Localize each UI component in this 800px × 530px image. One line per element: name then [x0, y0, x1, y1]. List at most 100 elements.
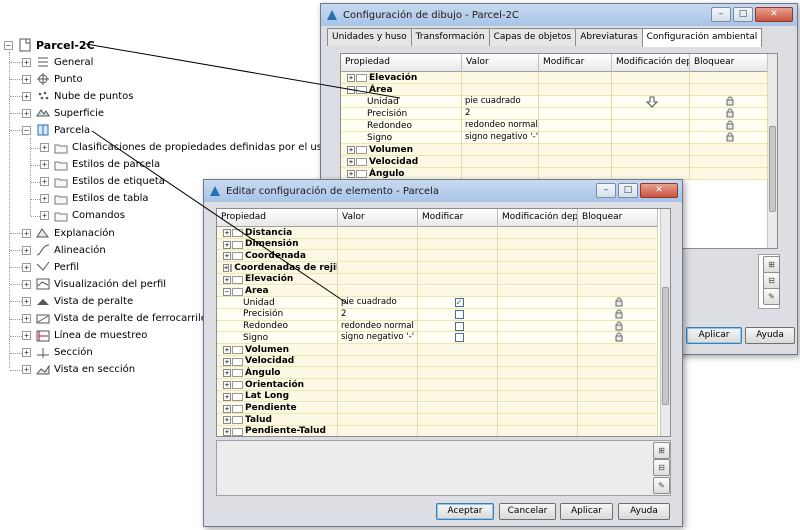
minimize-button[interactable]: – — [596, 183, 616, 198]
tree-item[interactable]: + Perfil — [22, 259, 79, 275]
expand-icon[interactable]: + — [22, 57, 31, 67]
expand-icon[interactable]: + — [223, 357, 231, 366]
collapse-icon[interactable]: − — [4, 40, 13, 50]
value-cell[interactable]: signo negativo '-' — [338, 332, 418, 345]
tree-item[interactable]: + Estilos de tabla — [40, 191, 149, 207]
title-bar[interactable]: Editar configuración de elemento - Parce… — [204, 180, 682, 202]
tree-root[interactable]: − Parcel-2C — [4, 37, 95, 53]
maximize-button[interactable]: □ — [618, 183, 638, 198]
lock-icon[interactable] — [725, 96, 735, 106]
column-header[interactable]: Bloquear — [578, 209, 658, 227]
tree-item[interactable]: + Clasificaciones de propiedades definida… — [40, 140, 347, 156]
lock-icon[interactable] — [614, 332, 624, 342]
close-button[interactable]: ✕ — [755, 7, 793, 22]
lock-icon[interactable] — [725, 120, 735, 130]
expand-icon[interactable]: + — [347, 158, 355, 166]
tree-item[interactable]: + General — [22, 54, 93, 70]
lock-icon[interactable] — [725, 108, 735, 118]
group-row[interactable]: + Ángulo — [217, 367, 658, 380]
tab[interactable]: Capas de objetos — [488, 28, 577, 46]
maximize-button[interactable]: □ — [733, 7, 753, 22]
value-cell[interactable]: 2 — [338, 308, 418, 321]
expand-icon[interactable]: + — [22, 91, 31, 101]
property-row[interactable]: Unidad pie cuadrado — [341, 96, 768, 108]
expand-icon[interactable]: + — [22, 228, 31, 238]
group-row[interactable]: + Coordenadas de rejilla — [217, 262, 658, 275]
collapse-all-icon[interactable]: ⊟ — [763, 272, 780, 289]
property-row[interactable]: Redondeo redondeo normal — [341, 120, 768, 132]
tree-item[interactable]: + Nube de puntos — [22, 88, 133, 104]
expand-icon[interactable]: + — [223, 346, 231, 354]
title-bar[interactable]: Configuración de dibujo - Parcel-2C – □ … — [321, 4, 797, 26]
expand-all-icon[interactable]: ⊞ — [763, 256, 780, 273]
expand-icon[interactable]: + — [347, 74, 355, 82]
column-header[interactable]: Valor — [338, 209, 418, 227]
column-header[interactable]: Modificación depe... — [498, 209, 578, 227]
expand-icon[interactable]: + — [223, 264, 230, 273]
expand-icon[interactable]: + — [223, 404, 231, 413]
expand-all-icon[interactable]: ⊞ — [653, 442, 670, 459]
help-button[interactable]: Ayuda — [618, 503, 670, 520]
column-header[interactable]: Propiedad — [341, 54, 462, 72]
expand-icon[interactable]: + — [347, 146, 355, 154]
ok-button[interactable]: Aceptar — [436, 503, 494, 520]
override-checkbox[interactable]: ✓ — [454, 298, 464, 308]
expand-icon[interactable]: + — [223, 369, 231, 378]
tree-item[interactable]: + Explanación — [22, 225, 115, 241]
expand-icon[interactable]: + — [22, 331, 31, 341]
tab[interactable]: Unidades y huso — [327, 28, 412, 46]
property-row[interactable]: Unidad pie cuadrado ✓ — [217, 297, 658, 310]
expand-icon[interactable]: + — [22, 74, 31, 84]
tree-item[interactable]: + Sección — [22, 345, 93, 361]
scrollbar-thumb[interactable] — [769, 126, 776, 212]
expand-icon[interactable]: + — [40, 211, 49, 221]
tree-item[interactable]: + Vista en sección — [22, 362, 135, 378]
group-row[interactable]: + Dimensión — [217, 238, 658, 251]
close-button[interactable]: ✕ — [640, 183, 678, 198]
expand-icon[interactable]: + — [223, 275, 231, 284]
value-cell[interactable]: 2 — [462, 108, 539, 120]
expand-icon[interactable]: + — [22, 296, 31, 306]
lock-icon[interactable] — [725, 132, 735, 142]
group-row[interactable]: − Área — [341, 84, 768, 96]
tab[interactable]: Transformación — [410, 28, 490, 46]
expand-icon[interactable]: + — [223, 392, 231, 401]
group-row[interactable]: + Pendiente-Talud — [217, 425, 658, 436]
expand-icon[interactable]: + — [223, 427, 231, 436]
expand-icon[interactable]: + — [223, 381, 231, 390]
tree-item[interactable]: + Punto — [22, 71, 83, 87]
property-row[interactable]: Precisión 2 — [217, 308, 658, 321]
group-row[interactable]: + Lat Long — [217, 390, 658, 403]
tree-item[interactable]: + Alineación — [22, 242, 106, 258]
value-cell[interactable]: pie cuadrado — [338, 297, 418, 310]
collapse-icon[interactable]: − — [22, 125, 31, 135]
override-checkbox[interactable] — [454, 309, 464, 319]
tree-item[interactable]: + Línea de muestreo — [22, 328, 147, 344]
expand-icon[interactable]: + — [22, 314, 31, 323]
group-row[interactable]: + Elevación — [217, 273, 658, 286]
column-header[interactable]: Bloquear — [690, 54, 768, 72]
value-cell[interactable]: redondeo normal — [338, 320, 418, 333]
group-row[interactable]: + Velocidad — [217, 355, 658, 368]
down-arrow-icon[interactable] — [645, 96, 659, 108]
group-row[interactable]: + Orientación — [217, 379, 658, 392]
expand-icon[interactable]: + — [40, 177, 49, 187]
expand-icon[interactable]: + — [22, 279, 31, 289]
expand-icon[interactable]: + — [22, 245, 31, 255]
lock-icon[interactable] — [614, 309, 624, 319]
tree-item[interactable]: + Visualización del perfil — [22, 276, 166, 292]
column-header[interactable]: Modificar — [418, 209, 498, 227]
apply-button[interactable]: Aplicar — [560, 503, 613, 520]
column-header[interactable]: Valor — [462, 54, 539, 72]
column-header[interactable]: Propiedad — [217, 209, 338, 227]
property-row[interactable]: Precisión 2 — [341, 108, 768, 120]
edit-icon[interactable]: ✎ — [763, 288, 780, 305]
tab[interactable]: Abreviaturas — [575, 28, 643, 46]
group-row[interactable]: + Talud — [217, 414, 658, 427]
group-row[interactable]: + Velocidad — [341, 156, 768, 168]
group-row[interactable]: + Volumen — [341, 144, 768, 156]
expand-icon[interactable]: + — [22, 108, 31, 118]
tree-item[interactable]: + Superficie — [22, 105, 104, 121]
group-row[interactable]: + Volumen — [217, 344, 658, 356]
property-row[interactable]: Signo signo negativo '-' — [217, 332, 658, 345]
